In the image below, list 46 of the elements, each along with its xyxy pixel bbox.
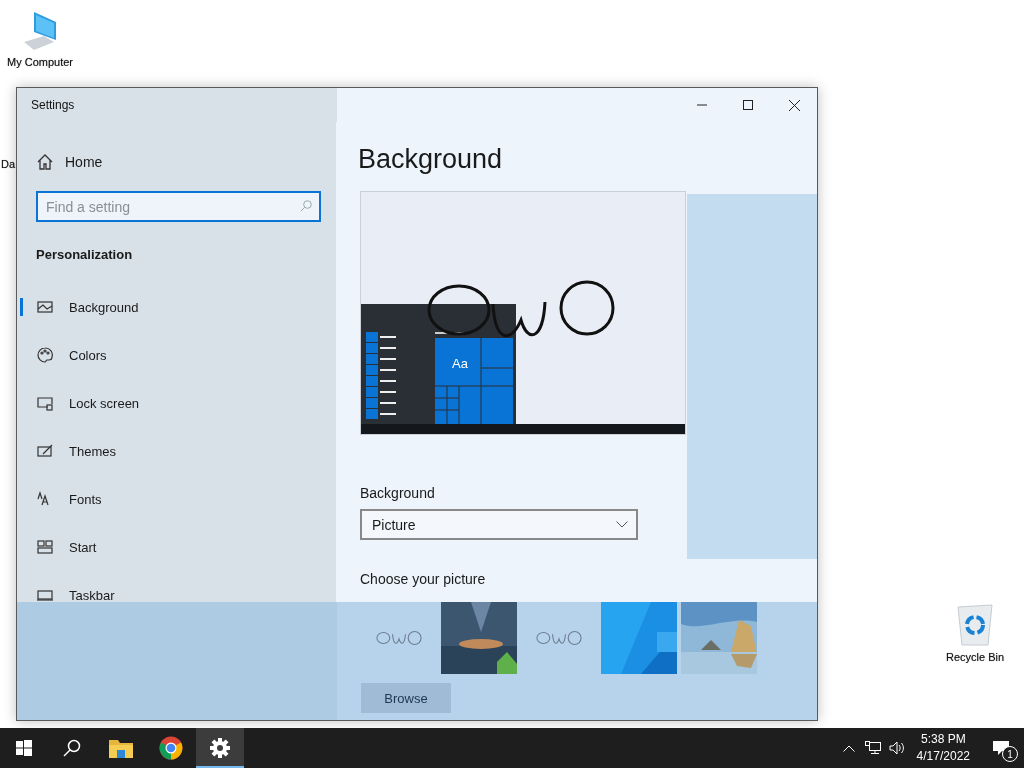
sidebar-item[interactable]: Fonts — [17, 475, 336, 523]
taskbar-icon — [37, 587, 53, 603]
desktop-icon-label[interactable]: Recycle Bin — [945, 651, 1005, 663]
clock[interactable]: 5:38 PM 4/17/2022 — [908, 731, 978, 765]
maximize-icon — [743, 100, 753, 110]
notifications-button[interactable]: 1 — [978, 728, 1024, 768]
search-field[interactable]: Find a setting — [36, 191, 321, 222]
sidebar-item[interactable]: Start — [17, 523, 336, 571]
folder-icon — [109, 738, 133, 758]
chevron-down-icon — [616, 521, 628, 528]
tile-label: Aa — [452, 356, 468, 371]
browser-icon — [159, 736, 183, 760]
picture-icon — [37, 299, 53, 315]
settings-icon — [210, 738, 230, 758]
sidebar-item[interactable]: Colors — [17, 331, 336, 379]
field-label: Background — [360, 485, 436, 501]
caret-up-icon — [842, 744, 855, 752]
lock-screen-icon — [37, 395, 53, 411]
palette-icon — [37, 347, 53, 363]
sidebar-item[interactable]: Taskbar — [17, 571, 336, 619]
network-icon — [864, 741, 881, 755]
background-dropdown[interactable]: Picture — [360, 509, 638, 540]
windows-logo-icon — [16, 740, 32, 756]
section-heading: Personalization — [36, 247, 133, 262]
desktop-icon-label[interactable]: Da — [1, 158, 16, 170]
brush-monitor-icon — [37, 443, 53, 459]
recycle-bin-icon — [955, 603, 995, 647]
taskbar-button[interactable] — [196, 728, 244, 768]
home-link[interactable]: Home — [65, 154, 103, 170]
search-icon — [300, 200, 312, 212]
window-title: Settings — [31, 98, 76, 112]
search-icon — [63, 739, 81, 757]
section-label: Choose your picture — [360, 571, 487, 587]
sidebar-item[interactable]: Background — [17, 283, 336, 331]
start-layout-icon — [37, 539, 53, 555]
sidebar-item[interactable]: Lock screen — [17, 379, 336, 427]
page-title: Background — [358, 144, 504, 175]
doodle-thumbnail — [536, 630, 582, 646]
minimize-icon — [697, 104, 707, 106]
doodle-thumbnail — [376, 630, 422, 646]
close-icon — [788, 99, 800, 111]
home-icon — [37, 154, 53, 170]
browse-button[interactable]: Browse — [361, 683, 451, 713]
speaker-icon — [888, 741, 905, 755]
sidebar-item[interactable]: Themes — [17, 427, 336, 475]
desktop-icon-label[interactable]: My Computer — [7, 56, 73, 68]
